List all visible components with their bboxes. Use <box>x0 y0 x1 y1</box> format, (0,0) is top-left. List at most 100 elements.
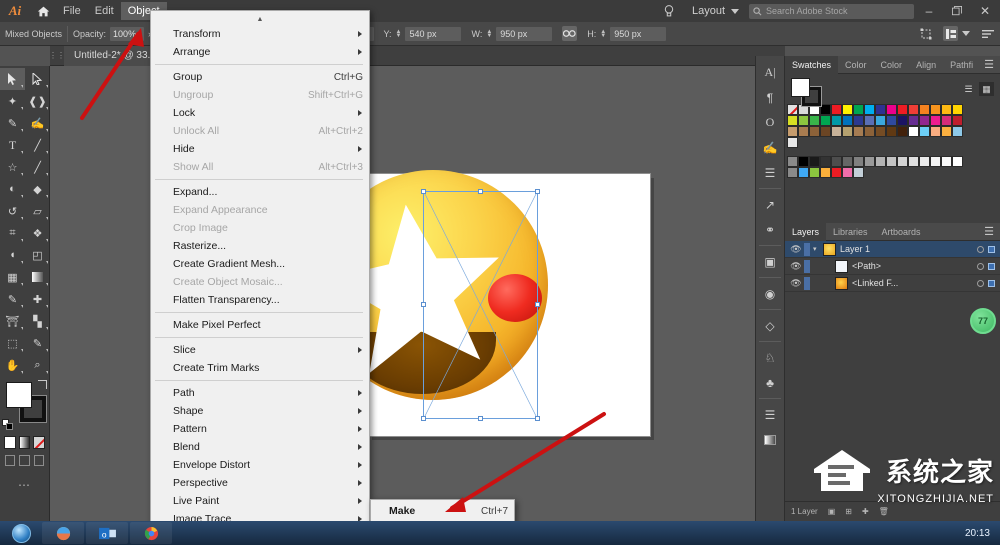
handle-middle-left[interactable] <box>421 302 426 307</box>
more-options-button[interactable] <box>975 22 1000 46</box>
gradient-icon[interactable] <box>18 436 31 449</box>
menu-item-hide[interactable]: Hide <box>151 140 369 158</box>
swatch[interactable] <box>831 167 842 178</box>
swatch[interactable] <box>787 137 798 148</box>
target-indicator[interactable] <box>977 245 984 253</box>
selection-indicator[interactable] <box>988 279 995 287</box>
swatch[interactable] <box>897 115 908 126</box>
swatch[interactable] <box>798 115 809 126</box>
selection-indicator[interactable] <box>988 262 995 270</box>
swatch-group-folder[interactable] <box>787 167 798 178</box>
swatch[interactable] <box>919 156 930 167</box>
menu-item-lock[interactable]: Lock <box>151 104 369 122</box>
links-panel-icon[interactable]: ⚭ <box>758 217 782 242</box>
swatch[interactable] <box>930 104 941 115</box>
menu-item-create-trim-marks[interactable]: Create Trim Marks <box>151 359 369 377</box>
magic-wand-tool[interactable]: ✦ <box>0 90 25 112</box>
w-input[interactable]: 950 px <box>496 26 553 41</box>
symbol-sprayer-tool[interactable]: ⛩ <box>0 310 25 332</box>
swatch-group-folder[interactable] <box>787 156 798 167</box>
link-ratio-button[interactable] <box>557 22 582 46</box>
menu-scroll-up[interactable]: ▲ <box>151 13 369 25</box>
selection-indicator[interactable] <box>988 245 995 253</box>
list-view-icon[interactable]: ☰ <box>961 82 976 96</box>
swap-fill-stroke-icon[interactable] <box>38 380 47 389</box>
eraser-tool[interactable]: ◆ <box>25 178 50 200</box>
swatch[interactable] <box>820 156 831 167</box>
swatch[interactable] <box>831 156 842 167</box>
swatch[interactable] <box>853 115 864 126</box>
full-screen-icon[interactable] <box>33 455 44 466</box>
swatch[interactable] <box>897 126 908 137</box>
swatch[interactable] <box>831 115 842 126</box>
handle-top-middle[interactable] <box>477 189 483 194</box>
new-sublayer-icon[interactable]: ⊞ <box>845 507 852 516</box>
adobe-stock-search[interactable]: Search Adobe Stock <box>749 3 914 19</box>
swatch[interactable] <box>875 156 886 167</box>
pen-tool[interactable]: ✎ <box>0 112 25 134</box>
eye-icon[interactable]: 👁 <box>788 278 804 289</box>
swatch[interactable] <box>886 156 897 167</box>
shape-builder-tool[interactable]: ◖ <box>0 244 25 266</box>
swatch[interactable] <box>908 115 919 126</box>
layer-row-linked-file[interactable]: 👁 <Linked F... <box>785 275 1000 292</box>
menu-item-expand[interactable]: Expand... <box>151 183 369 201</box>
default-fill-stroke-icon[interactable] <box>2 419 13 430</box>
tab-swatches[interactable]: Swatches <box>785 55 839 74</box>
swatch[interactable] <box>941 104 952 115</box>
gradient-panel-icon[interactable] <box>758 427 782 452</box>
paragraph-panel-icon[interactable]: ¶ <box>758 85 782 110</box>
swatch[interactable] <box>842 156 853 167</box>
swatch[interactable] <box>809 115 820 126</box>
swatch[interactable] <box>842 104 853 115</box>
appearance-panel-icon[interactable]: ◉ <box>758 281 782 306</box>
taskbar-outlook-icon[interactable]: o <box>86 522 128 544</box>
arrange-dropdown[interactable] <box>938 22 975 46</box>
chevron-down-icon[interactable]: ▾ <box>813 245 823 253</box>
scale-tool[interactable]: ▱ <box>25 200 50 222</box>
symbols-panel-icon[interactable]: ♘ <box>758 345 782 370</box>
swatch[interactable] <box>919 126 930 137</box>
swatch[interactable] <box>908 104 919 115</box>
swatch[interactable] <box>842 167 853 178</box>
swatch[interactable] <box>853 104 864 115</box>
line-segment-tool[interactable]: ╱ <box>25 134 50 156</box>
panel-menu-icon[interactable]: ☰ <box>984 58 1000 71</box>
opentype-panel-icon[interactable]: O <box>758 110 782 135</box>
normal-screen-mode-icon[interactable] <box>5 455 16 466</box>
eyedropper-tool[interactable]: ✎ <box>0 288 25 310</box>
swatch[interactable] <box>952 115 963 126</box>
swatch[interactable] <box>930 156 941 167</box>
hand-tool[interactable]: ✋ <box>0 354 25 376</box>
tab-align[interactable]: Align <box>909 56 943 74</box>
lasso-tool[interactable]: ❰❱ <box>25 90 50 112</box>
new-layer-icon[interactable]: ✚ <box>862 507 869 516</box>
mesh-tool[interactable]: ▦ <box>0 266 25 288</box>
tab-libraries[interactable]: Libraries <box>826 223 875 241</box>
swatch[interactable] <box>908 156 919 167</box>
menu-item-flatten-transparency[interactable]: Flatten Transparency... <box>151 291 369 309</box>
swatch[interactable] <box>875 126 886 137</box>
menu-item-arrange[interactable]: Arrange <box>151 43 369 61</box>
layer-name[interactable]: <Linked F... <box>852 278 898 288</box>
swatch[interactable] <box>820 104 831 115</box>
swatch[interactable] <box>941 126 952 137</box>
object-menu-dropdown[interactable]: ▲ Transform Arrange Group Ctrl+G Ungroup… <box>150 10 370 545</box>
layer-name[interactable]: <Path> <box>852 261 881 271</box>
blend-tool[interactable]: ✚ <box>25 288 50 310</box>
swatch[interactable] <box>820 126 831 137</box>
artboard-tool[interactable]: ⬚ <box>0 332 25 354</box>
fill-swatch[interactable] <box>6 382 32 408</box>
tab-color-guide[interactable]: Color <box>874 56 910 74</box>
gradient-tool[interactable] <box>25 266 50 288</box>
menu-item-transform[interactable]: Transform <box>151 25 369 43</box>
swatch[interactable] <box>908 126 919 137</box>
handle-top-right[interactable] <box>535 189 540 194</box>
type-tool[interactable]: T <box>0 134 25 156</box>
layer-row-layer1[interactable]: 👁 ▾ Layer 1 <box>785 241 1000 258</box>
menu-item-rasterize[interactable]: Rasterize... <box>151 237 369 255</box>
menu-file[interactable]: File <box>56 2 88 20</box>
swatch[interactable] <box>798 167 809 178</box>
swatch[interactable] <box>875 104 886 115</box>
menu-item-pattern[interactable]: Pattern <box>151 420 369 438</box>
